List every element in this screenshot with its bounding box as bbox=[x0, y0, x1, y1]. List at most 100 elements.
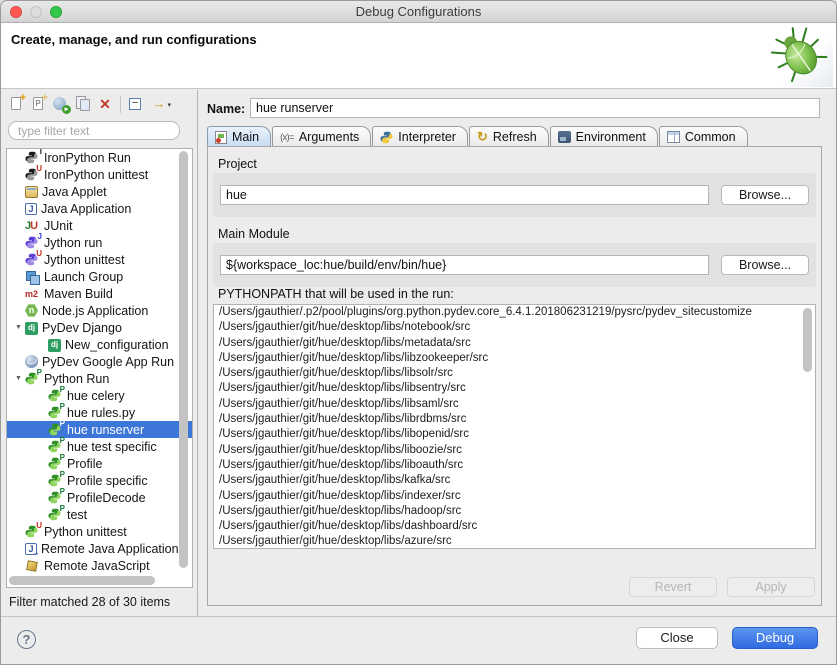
collapse-all-icon[interactable]: − bbox=[125, 94, 147, 114]
pythonpath-scrollbar-thumb[interactable] bbox=[803, 308, 812, 372]
tree-item-remote-java-application[interactable]: J→Remote Java Application bbox=[7, 540, 192, 557]
tree-item-python-unittest[interactable]: UPython unittest bbox=[7, 523, 192, 540]
java-applet-icon bbox=[25, 186, 38, 198]
tree-item-ironpython-unittest[interactable]: UIronPython unittest bbox=[7, 166, 192, 183]
configurations-toolbar: +P+▸ ✕−→▾ bbox=[6, 94, 169, 114]
expander-icon[interactable]: ▼ bbox=[12, 375, 25, 382]
pythonpath-entry[interactable]: /Users/jgauthier/git/hue/desktop/libs/no… bbox=[214, 320, 815, 335]
pythonpath-entry[interactable]: /Users/jgauthier/git/hue/desktop/libs/in… bbox=[214, 489, 815, 504]
tree-item-new-configuration[interactable]: djNew_configuration bbox=[7, 336, 192, 353]
pythonpath-entry[interactable]: /Users/jgauthier/git/hue/desktop/libs/ha… bbox=[214, 504, 815, 519]
tab-common[interactable]: Common bbox=[659, 126, 748, 147]
pythonpath-entry[interactable]: /Users/jgauthier/git/hue/desktop/libs/li… bbox=[214, 458, 815, 473]
tree-horizontal-scrollbar-thumb[interactable] bbox=[9, 576, 155, 585]
pythonpath-entry[interactable]: /Users/jgauthier/git/hue/desktop/libs/ka… bbox=[214, 473, 815, 488]
google-app-engine-icon bbox=[25, 355, 38, 368]
apply-button[interactable]: Apply bbox=[727, 577, 815, 597]
configurations-tree[interactable]: IIronPython RunUIronPython unittestJava … bbox=[6, 148, 193, 588]
tab-arguments[interactable]: (x)=Arguments bbox=[272, 126, 371, 147]
refresh-tab-icon: ↻ bbox=[477, 129, 488, 145]
tree-item-profile[interactable]: PProfile bbox=[7, 455, 192, 472]
tree-item-test[interactable]: Ptest bbox=[7, 506, 192, 523]
pythonpath-entry[interactable]: /Users/jgauthier/git/hue/desktop/libs/da… bbox=[214, 519, 815, 534]
main-module-label: Main Module bbox=[218, 227, 290, 241]
tree-item-profiledecode[interactable]: PProfileDecode bbox=[7, 489, 192, 506]
python-green-icon: P bbox=[48, 491, 63, 505]
project-input[interactable] bbox=[220, 185, 709, 205]
tab-label: Refresh bbox=[493, 130, 537, 144]
filter-configurations-icon[interactable]: →▾ bbox=[147, 94, 169, 114]
page-title: Create, manage, and run configurations bbox=[11, 32, 257, 47]
main-module-browse-button[interactable]: Browse... bbox=[721, 255, 809, 275]
pythonpath-entry[interactable]: /Users/jgauthier/.p2/pool/plugins/org.py… bbox=[214, 305, 815, 320]
python-green-icon: P bbox=[48, 508, 63, 522]
tab-label: Environment bbox=[576, 130, 646, 144]
tree-item-java-applet[interactable]: Java Applet bbox=[7, 183, 192, 200]
pythonpath-entry[interactable]: /Users/jgauthier/git/hue/desktop/libs/li… bbox=[214, 443, 815, 458]
main-module-input[interactable] bbox=[220, 255, 709, 275]
new-configuration-icon[interactable]: + bbox=[6, 94, 28, 114]
tree-item-hue-rules-py[interactable]: Phue rules.py bbox=[7, 404, 192, 421]
common-tab-icon bbox=[667, 131, 680, 143]
tree-item-ironpython-run[interactable]: IIronPython Run bbox=[7, 149, 192, 166]
tree-item-jython-run[interactable]: JJython run bbox=[7, 234, 192, 251]
pythonpath-entry[interactable]: /Users/jgauthier/git/hue/desktop/libs/li… bbox=[214, 427, 815, 442]
tree-item-profile-specific[interactable]: PProfile specific bbox=[7, 472, 192, 489]
project-browse-button[interactable]: Browse... bbox=[721, 185, 809, 205]
debug-button[interactable]: Debug bbox=[732, 627, 818, 649]
pythonpath-entry[interactable]: /Users/jgauthier/git/hue/desktop/libs/li… bbox=[214, 412, 815, 427]
pythonpath-entry[interactable]: /Users/jgauthier/git/hue/desktop/libs/az… bbox=[214, 534, 815, 549]
tree-item-node-js-application[interactable]: nNode.js Application bbox=[7, 302, 192, 319]
tree-item-hue-celery[interactable]: Phue celery bbox=[7, 387, 192, 404]
tab-environment[interactable]: Environment bbox=[550, 126, 658, 147]
pythonpath-entry[interactable]: /Users/jgauthier/git/hue/desktop/libs/li… bbox=[214, 381, 815, 396]
tree-item-label: Node.js Application bbox=[42, 304, 148, 318]
tab-label: Main bbox=[232, 130, 259, 144]
new-prototype-icon[interactable]: P+ bbox=[28, 94, 50, 114]
pythonpath-entry[interactable]: /Users/jgauthier/git/hue/desktop/libs/li… bbox=[214, 397, 815, 412]
filter-input[interactable] bbox=[8, 121, 180, 140]
tree-item-remote-javascript[interactable]: Remote JavaScript bbox=[7, 557, 192, 574]
python-green-icon: P bbox=[48, 440, 63, 454]
pythonpath-list[interactable]: /Users/jgauthier/.p2/pool/plugins/org.py… bbox=[213, 304, 816, 549]
close-button[interactable]: Close bbox=[636, 627, 718, 649]
name-input[interactable] bbox=[250, 98, 820, 118]
tree-item-pydev-google-app-run[interactable]: PyDev Google App Run bbox=[7, 353, 192, 370]
tree-item-junit[interactable]: JUJUnit bbox=[7, 217, 192, 234]
tree-item-maven-build[interactable]: m2Maven Build bbox=[7, 285, 192, 302]
delete-configuration-icon[interactable]: ✕ bbox=[94, 94, 116, 114]
tree-item-label: Profile specific bbox=[67, 474, 148, 488]
tree-item-hue-test-specific[interactable]: Phue test specific bbox=[7, 438, 192, 455]
tree-item-python-run[interactable]: ▼PPython Run bbox=[7, 370, 192, 387]
tab-interpreter[interactable]: Interpreter bbox=[372, 126, 468, 147]
tree-vertical-scrollbar[interactable] bbox=[179, 151, 188, 585]
pythonpath-scrollbar[interactable] bbox=[803, 307, 812, 546]
help-button[interactable]: ? bbox=[17, 630, 36, 649]
tree-item-hue-runserver[interactable]: Phue runserver bbox=[7, 421, 192, 438]
export-configuration-icon[interactable]: ▸ bbox=[50, 94, 72, 114]
pythonpath-entry[interactable]: /Users/jgauthier/git/hue/desktop/libs/li… bbox=[214, 351, 815, 366]
tree-item-jython-unittest[interactable]: UJython unittest bbox=[7, 251, 192, 268]
tree-item-launch-group[interactable]: Launch Group bbox=[7, 268, 192, 285]
tree-item-pydev-django[interactable]: ▼djPyDev Django bbox=[7, 319, 192, 336]
filter-status: Filter matched 28 of 30 items bbox=[9, 595, 170, 609]
revert-button[interactable]: Revert bbox=[629, 577, 717, 597]
pythonpath-entry[interactable]: /Users/jgauthier/git/hue/desktop/libs/li… bbox=[214, 366, 815, 381]
expander-icon[interactable]: ▼ bbox=[12, 324, 25, 331]
titlebar[interactable]: Debug Configurations bbox=[1, 1, 836, 23]
tab-refresh[interactable]: ↻ Refresh bbox=[469, 126, 549, 147]
tab-main[interactable]: Main bbox=[207, 126, 271, 147]
tree-item-label: Remote JavaScript bbox=[44, 559, 150, 573]
duplicate-configuration-icon[interactable] bbox=[72, 94, 94, 114]
python-green-icon: P bbox=[48, 389, 63, 403]
main-module-group: Browse... bbox=[213, 243, 816, 287]
pythonpath-entry[interactable]: /Users/jgauthier/git/hue/desktop/libs/me… bbox=[214, 336, 815, 351]
tree-item-label: Jython unittest bbox=[44, 253, 125, 267]
tree-horizontal-scrollbar[interactable] bbox=[9, 576, 177, 585]
tree-item-java-application[interactable]: JJava Application bbox=[7, 200, 192, 217]
python-dark-icon: I bbox=[25, 151, 40, 165]
interpreter-tab-icon bbox=[380, 131, 393, 144]
tree-item-label: Python unittest bbox=[44, 525, 127, 539]
tree-vertical-scrollbar-thumb[interactable] bbox=[179, 151, 188, 568]
main-tab-panel: Project Browse... Main Module Browse... … bbox=[207, 146, 822, 606]
